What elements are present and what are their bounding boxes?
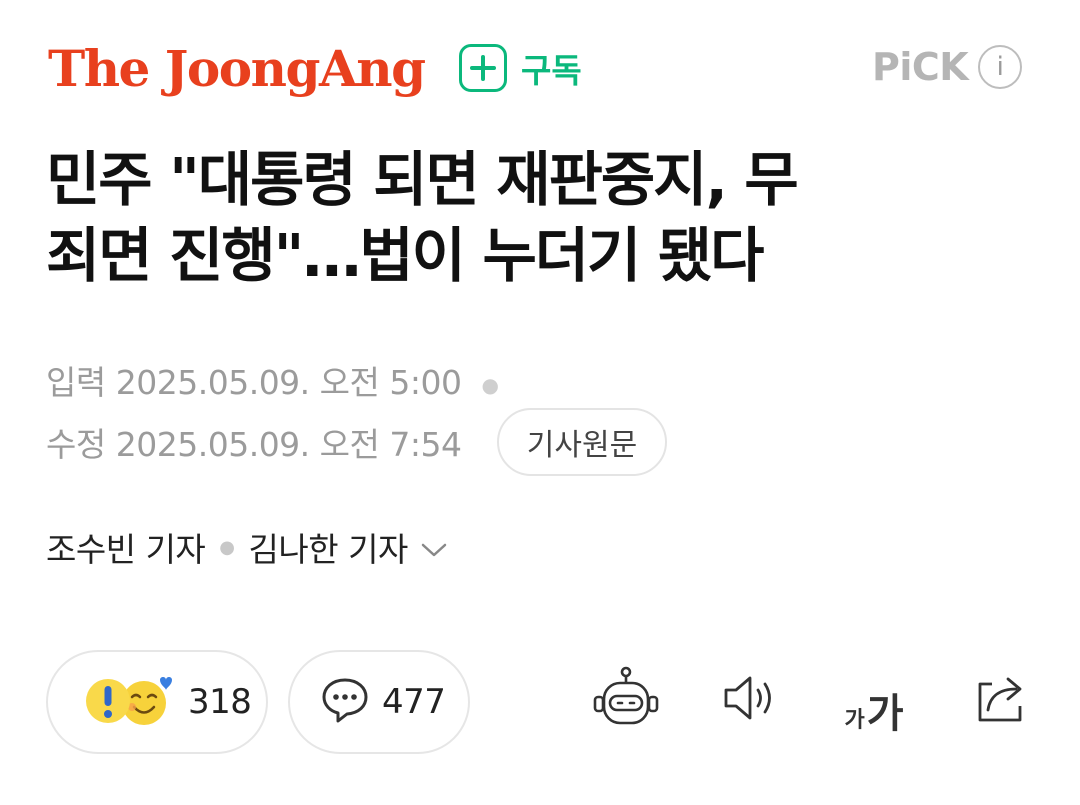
subscribe-label: 구독 xyxy=(521,51,582,90)
subscribe-button[interactable]: 구독 xyxy=(459,40,582,96)
robot-icon xyxy=(592,666,660,734)
plus-square-icon xyxy=(459,44,507,92)
font-size-large-icon: 가 xyxy=(866,691,904,737)
reporter-list[interactable]: 조수빈 기자 ● 김나한 기자 xyxy=(46,524,448,570)
modified-time: 2025.05.09. 오전 7:54 xyxy=(115,425,462,464)
headline-line-2: 죄면 진행"…법이 누더기 됐다 xyxy=(46,221,764,290)
reaction-count: 318 xyxy=(188,682,252,722)
modified-datetime: 수정 2025.05.09. 오전 7:54 xyxy=(46,418,462,466)
font-size-small-icon: 가 xyxy=(844,708,865,733)
speaker-icon xyxy=(720,672,780,728)
original-article-button[interactable]: 기사원문 xyxy=(497,408,667,476)
reaction-emoji-icon xyxy=(80,670,176,734)
share-icon xyxy=(970,670,1030,730)
chevron-down-icon[interactable] xyxy=(420,528,448,567)
pick-label: PiCK xyxy=(872,45,969,89)
comment-count: 477 xyxy=(382,682,446,722)
reporter-name[interactable]: 김나한 기자 xyxy=(249,523,409,571)
reporter-separator: ● xyxy=(219,536,235,558)
input-label: 입력 xyxy=(46,363,106,402)
input-datetime: 입력 2025.05.09. 오전 5:00 ● xyxy=(46,356,499,404)
info-circle-icon[interactable]: i xyxy=(978,45,1023,89)
reaction-button[interactable]: 318 xyxy=(46,650,268,754)
meta-separator: ● xyxy=(481,372,499,397)
summary-bot-button[interactable] xyxy=(590,664,662,736)
input-time: 2025.05.09. 오전 5:00 xyxy=(115,363,462,402)
share-button[interactable] xyxy=(964,664,1036,736)
headline-line-1: 민주 "대통령 되면 재판중지, 무 xyxy=(46,145,799,214)
publisher-logo[interactable]: The JoongAng xyxy=(48,36,426,102)
font-size-button[interactable]: 가 가 xyxy=(834,664,914,736)
modified-label: 수정 xyxy=(46,425,106,464)
comment-button[interactable]: 477 xyxy=(288,650,470,754)
speech-bubble-icon xyxy=(320,676,370,728)
read-aloud-button[interactable] xyxy=(714,664,786,736)
reporter-name[interactable]: 조수빈 기자 xyxy=(46,523,206,571)
article-headline: 민주 "대통령 되면 재판중지, 무 죄면 진행"…법이 누더기 됐다 xyxy=(46,142,1026,294)
pick-badge: PiCK i xyxy=(872,40,1023,94)
